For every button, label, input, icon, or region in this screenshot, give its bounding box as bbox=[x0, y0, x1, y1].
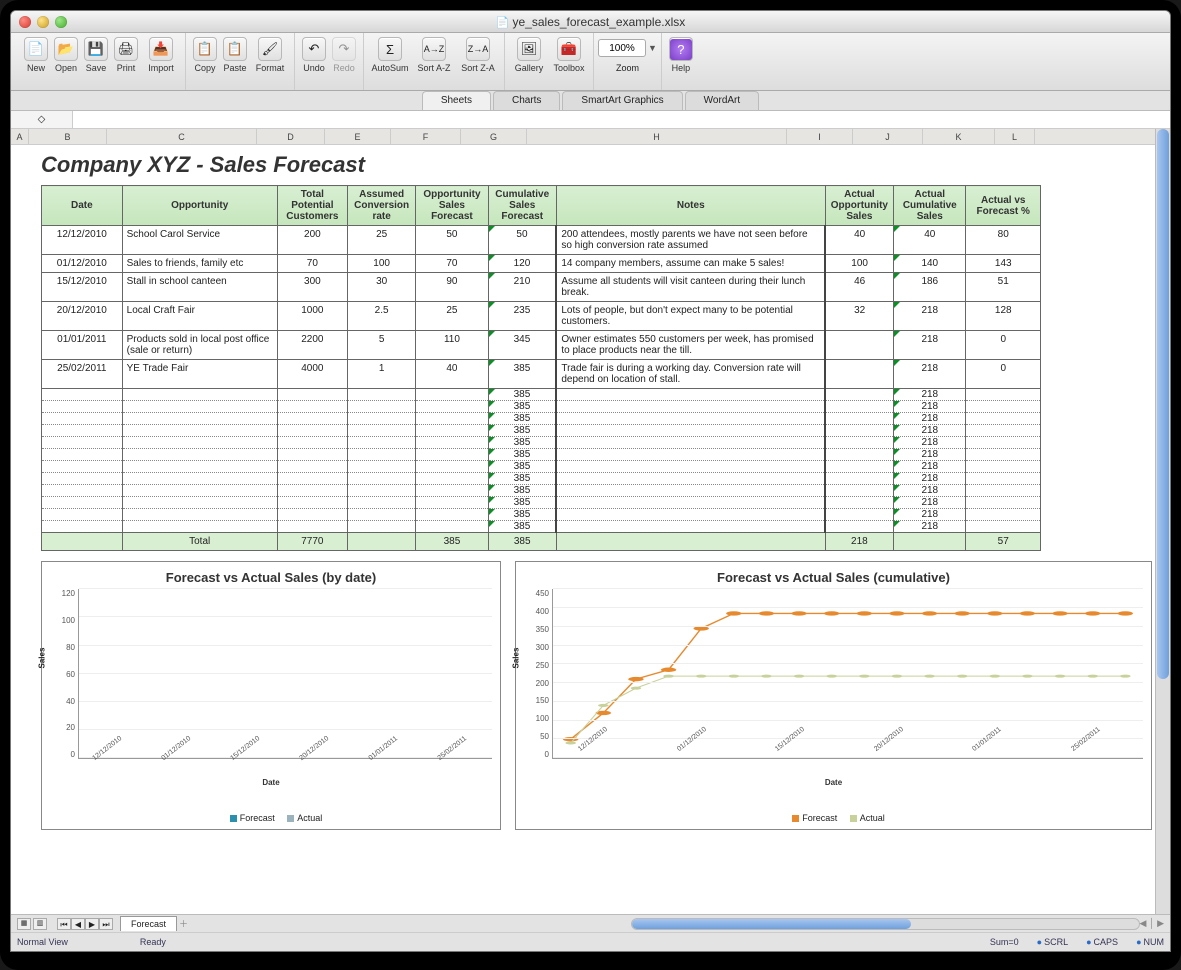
chart2-title: Forecast vs Actual Sales (cumulative) bbox=[524, 570, 1143, 585]
chart1-title: Forecast vs Actual Sales (by date) bbox=[50, 570, 492, 585]
chart2-legend: Forecast Actual bbox=[524, 813, 1143, 823]
toolbox-button[interactable]: 🧰Toolbox bbox=[549, 37, 589, 73]
titlebar: ye_sales_forecast_example.xlsx bbox=[11, 11, 1170, 33]
sort-za-button[interactable]: Z→ASort Z-A bbox=[456, 37, 500, 73]
sheet-tab-bar: ▦ ▥ ⏮ ◀ ▶ ⏭ Forecast ＋ ◀ │ ▶ bbox=[11, 915, 1170, 933]
table-row[interactable]: 20/12/2010Local Craft Fair10002.525235Lo… bbox=[42, 302, 1041, 331]
table-row[interactable]: 25/02/2011YE Trade Fair4000140385Trade f… bbox=[42, 360, 1041, 389]
forecast-table[interactable]: DateOpportunityTotal Potential Customers… bbox=[41, 185, 1041, 551]
tab-wordart[interactable]: WordArt bbox=[685, 91, 760, 110]
status-num: ●NUM bbox=[1136, 937, 1164, 947]
print-button[interactable]: 🖨Print bbox=[111, 37, 141, 73]
zoom-icon[interactable] bbox=[55, 16, 67, 28]
table-total-row: Total777038538521857 bbox=[42, 533, 1041, 551]
minimize-icon[interactable] bbox=[37, 16, 49, 28]
format-button[interactable]: 🖌Format bbox=[250, 37, 290, 73]
close-icon[interactable] bbox=[19, 16, 31, 28]
new-button[interactable]: 📄New bbox=[21, 37, 51, 73]
page-title: Company XYZ - Sales Forecast bbox=[41, 153, 1152, 177]
chart2-plot bbox=[552, 589, 1143, 759]
chart2-xlabel: Date bbox=[524, 778, 1143, 787]
view-icon-2[interactable]: ▥ bbox=[33, 918, 47, 930]
redo-button[interactable]: ↷Redo bbox=[329, 37, 359, 73]
status-sum: Sum=0 bbox=[990, 937, 1019, 947]
table-row[interactable]: 385218 bbox=[42, 437, 1041, 449]
table-row[interactable]: 385218 bbox=[42, 401, 1041, 413]
status-bar: Normal View Ready Sum=0 ●SCRL ●CAPS ●NUM bbox=[11, 933, 1170, 951]
import-button[interactable]: 📥Import bbox=[141, 37, 181, 73]
table-row[interactable]: 385218 bbox=[42, 461, 1041, 473]
main-toolbar: 📄New 📂Open 💾Save 🖨Print 📥Import 📋Copy 📋P… bbox=[11, 33, 1170, 91]
chart1-xlabel: Date bbox=[50, 778, 492, 787]
add-sheet-button[interactable]: ＋ bbox=[179, 917, 188, 930]
window-title: ye_sales_forecast_example.xlsx bbox=[11, 15, 1170, 29]
bottom-bar: ▦ ▥ ⏮ ◀ ▶ ⏭ Forecast ＋ ◀ │ ▶ Normal View… bbox=[11, 914, 1170, 951]
zoom-input[interactable] bbox=[598, 39, 646, 57]
table-row[interactable]: 15/12/2010Stall in school canteen3003090… bbox=[42, 273, 1041, 302]
table-row[interactable]: 12/12/2010School Carol Service2002550502… bbox=[42, 226, 1041, 255]
chart-bar-forecast-vs-actual[interactable]: Forecast vs Actual Sales (by date) Sales… bbox=[41, 561, 501, 830]
undo-button[interactable]: ↶Undo bbox=[299, 37, 329, 73]
table-row[interactable]: 385218 bbox=[42, 389, 1041, 401]
table-row[interactable]: 385218 bbox=[42, 449, 1041, 461]
vertical-scrollbar[interactable] bbox=[1155, 129, 1170, 914]
chart2-ylabel: Sales bbox=[512, 648, 521, 669]
view-icon[interactable]: ▦ bbox=[17, 918, 31, 930]
sort-az-button[interactable]: A→ZSort A-Z bbox=[412, 37, 456, 73]
chart1-ylabel: Sales bbox=[38, 648, 47, 669]
open-button[interactable]: 📂Open bbox=[51, 37, 81, 73]
chart1-xlabels: 12/12/201001/12/201015/12/201020/12/2010… bbox=[78, 759, 492, 774]
chart2-xlabels: 12/12/201001/12/201015/12/201020/12/2010… bbox=[552, 759, 1143, 774]
tab-sheets[interactable]: Sheets bbox=[422, 91, 491, 110]
table-row[interactable]: 385218 bbox=[42, 413, 1041, 425]
status-view[interactable]: Normal View bbox=[17, 937, 68, 947]
autosum-button[interactable]: ΣAutoSum bbox=[368, 37, 412, 73]
formula-input[interactable] bbox=[73, 111, 1170, 128]
table-row[interactable]: 385218 bbox=[42, 425, 1041, 437]
table-row[interactable]: 385218 bbox=[42, 509, 1041, 521]
chart1-legend: Forecast Actual bbox=[50, 813, 492, 823]
status-caps: ●CAPS bbox=[1086, 937, 1118, 947]
table-row[interactable]: 01/01/2011Products sold in local post of… bbox=[42, 331, 1041, 360]
column-headers[interactable]: ABCDEFGHIJKL bbox=[11, 129, 1170, 145]
gallery-button[interactable]: 🖼Gallery bbox=[509, 37, 549, 73]
chart1-plot bbox=[78, 589, 492, 759]
status-scrl: ●SCRL bbox=[1037, 937, 1068, 947]
save-button[interactable]: 💾Save bbox=[81, 37, 111, 73]
tab-nav-next[interactable]: ▶ bbox=[85, 918, 99, 930]
sheet-tab-forecast[interactable]: Forecast bbox=[120, 916, 177, 931]
name-box[interactable]: ◇ bbox=[11, 111, 73, 128]
chart-line-cumulative[interactable]: Forecast vs Actual Sales (cumulative) Sa… bbox=[515, 561, 1152, 830]
table-row[interactable]: 385218 bbox=[42, 521, 1041, 533]
tab-nav-first[interactable]: ⏮ bbox=[57, 918, 71, 930]
tab-smartart[interactable]: SmartArt Graphics bbox=[562, 91, 682, 110]
spreadsheet-area[interactable]: ABCDEFGHIJKL Company XYZ - Sales Forecas… bbox=[11, 129, 1170, 914]
formula-bar: ◇ bbox=[11, 111, 1170, 129]
table-row[interactable]: 385218 bbox=[42, 485, 1041, 497]
help-button[interactable]: ?Help bbox=[666, 37, 696, 73]
table-row[interactable]: 385218 bbox=[42, 497, 1041, 509]
copy-button[interactable]: 📋Copy bbox=[190, 37, 220, 73]
table-row[interactable]: 385218 bbox=[42, 473, 1041, 485]
table-row[interactable]: 01/12/2010Sales to friends, family etc70… bbox=[42, 255, 1041, 273]
zoom-control[interactable]: ▼ bbox=[598, 39, 657, 57]
tab-nav-prev[interactable]: ◀ bbox=[71, 918, 85, 930]
chart2-yaxis: 450400350300250200150100500 bbox=[524, 589, 552, 759]
tab-nav-last[interactable]: ⏭ bbox=[99, 918, 113, 930]
ribbon-tabs: Sheets Charts SmartArt Graphics WordArt bbox=[11, 91, 1170, 111]
tab-charts[interactable]: Charts bbox=[493, 91, 560, 110]
app-window: ye_sales_forecast_example.xlsx 📄New 📂Ope… bbox=[10, 10, 1171, 952]
paste-button[interactable]: 📋Paste bbox=[220, 37, 250, 73]
zoom-label: Zoom bbox=[598, 63, 657, 73]
chart1-yaxis: 120100806040200 bbox=[50, 589, 78, 759]
horizontal-scrollbar[interactable] bbox=[631, 918, 1140, 930]
scroll-arrows[interactable]: ◀ │ ▶ bbox=[1140, 918, 1164, 929]
status-ready: Ready bbox=[140, 937, 166, 947]
